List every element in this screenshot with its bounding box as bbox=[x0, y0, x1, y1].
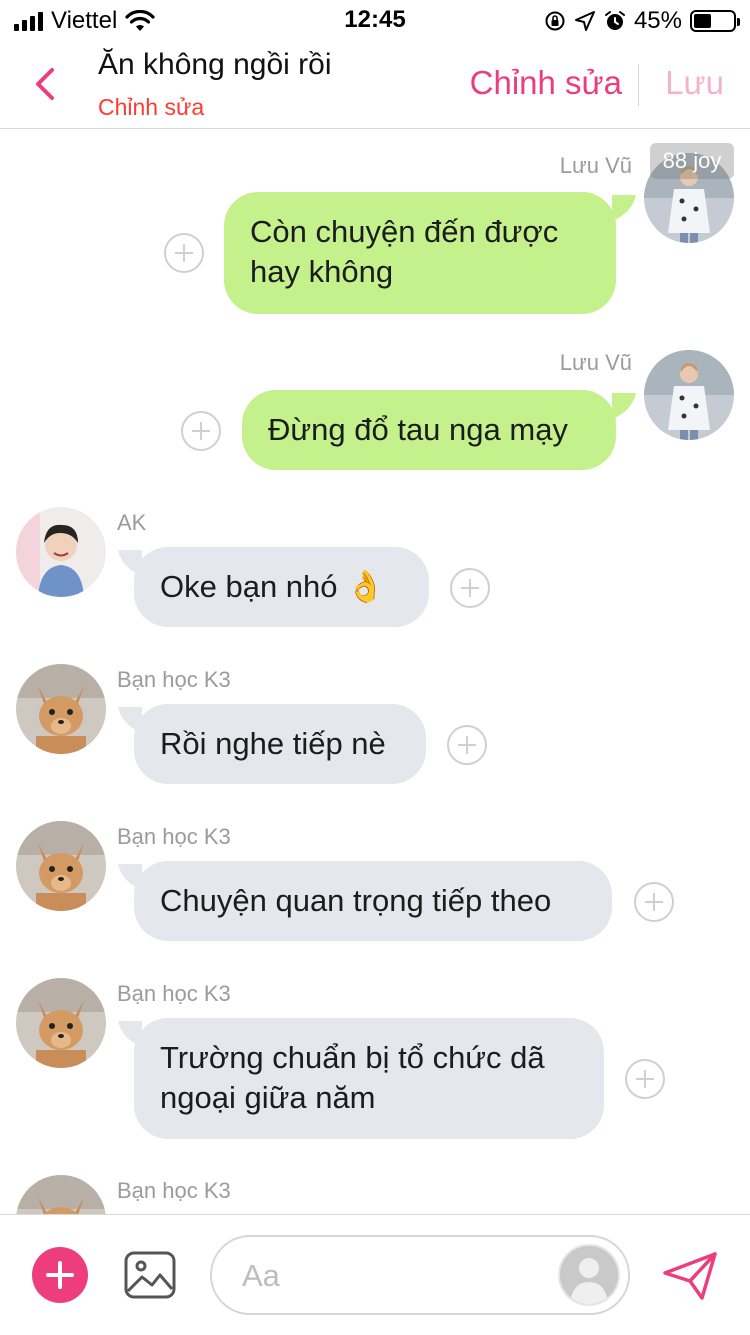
battery-percent: 45% bbox=[633, 7, 682, 34]
message-text: Đừng đổ tau nga mạy bbox=[268, 412, 568, 447]
bubble-tail bbox=[612, 393, 636, 419]
battery-icon bbox=[690, 10, 740, 32]
message-text: Rồi nghe tiếp nè bbox=[160, 726, 386, 761]
add-reaction-button[interactable] bbox=[447, 725, 487, 765]
sender-avatar[interactable] bbox=[644, 350, 734, 440]
dog-avatar-icon bbox=[16, 978, 106, 1068]
orientation-lock-icon bbox=[545, 11, 565, 31]
back-button[interactable] bbox=[28, 62, 64, 106]
sender-name: Bạn học K3 bbox=[117, 824, 231, 849]
dog-avatar-icon bbox=[16, 1175, 106, 1214]
add-reaction-button[interactable] bbox=[450, 568, 490, 608]
alarm-icon bbox=[604, 11, 625, 30]
person-avatar-icon bbox=[644, 350, 734, 440]
sender-avatar[interactable] bbox=[16, 507, 106, 597]
sender-name: Bạn học K3 bbox=[117, 1178, 231, 1203]
location-icon bbox=[574, 11, 595, 31]
message-bubble[interactable]: Chuyện quan trọng tiếp theo bbox=[134, 861, 612, 941]
dog-avatar-icon bbox=[16, 664, 106, 754]
header-divider bbox=[638, 64, 639, 106]
person-avatar-icon bbox=[16, 507, 106, 597]
message-input[interactable] bbox=[240, 1251, 544, 1301]
add-reaction-button[interactable] bbox=[181, 411, 221, 451]
sender-name: Bạn học K3 bbox=[117, 981, 231, 1006]
sender-avatar[interactable] bbox=[16, 821, 106, 911]
message-text: Oke bạn nhó 👌 bbox=[160, 569, 385, 604]
sender-avatar[interactable] bbox=[16, 664, 106, 754]
status-right: 45% bbox=[544, 7, 740, 35]
save-button[interactable]: Lưu bbox=[665, 64, 724, 102]
sender-avatar[interactable] bbox=[16, 1175, 106, 1214]
sender-name: Bạn học K3 bbox=[117, 667, 231, 692]
message-input-field[interactable] bbox=[210, 1235, 630, 1315]
message-text: Chuyện quan trọng tiếp theo bbox=[160, 883, 552, 918]
image-icon[interactable] bbox=[124, 1251, 176, 1299]
add-reaction-button[interactable] bbox=[634, 882, 674, 922]
battery-fill bbox=[694, 14, 711, 28]
sender-avatar[interactable] bbox=[16, 978, 106, 1068]
message-text: Trường chuẩn bị tổ chức dã ngoại giữa nă… bbox=[160, 1040, 545, 1115]
message-bubble[interactable]: Trường chuẩn bị tổ chức dã ngoại giữa nă… bbox=[134, 1018, 604, 1139]
message-list[interactable]: Lưu Vũ 88 joy Còn chuyện đến được hay kh… bbox=[0, 129, 750, 1214]
chat-title: Ăn không ngồi rồi bbox=[98, 48, 332, 81]
composer-bar bbox=[0, 1214, 750, 1335]
message-bubble[interactable]: Rồi nghe tiếp nè bbox=[134, 704, 426, 784]
send-icon[interactable] bbox=[662, 1251, 718, 1301]
message-text: Còn chuyện đến được hay không bbox=[250, 214, 559, 289]
sender-name: Lưu Vũ bbox=[559, 153, 632, 178]
chat-header: Ăn không ngồi rồi Chỉnh sửa Chỉnh sửa Lư… bbox=[0, 40, 750, 129]
profile-avatar-icon[interactable] bbox=[558, 1244, 620, 1306]
bubble-tail bbox=[612, 195, 636, 221]
add-reaction-button[interactable] bbox=[625, 1059, 665, 1099]
dog-avatar-icon bbox=[16, 821, 106, 911]
watermark: 88 joy bbox=[650, 143, 734, 179]
sender-name: AK bbox=[117, 510, 147, 535]
plus-icon[interactable] bbox=[32, 1247, 88, 1303]
message-bubble[interactable]: Đừng đổ tau nga mạy bbox=[242, 390, 616, 470]
message-bubble[interactable]: Oke bạn nhó 👌 bbox=[134, 547, 429, 627]
add-reaction-button[interactable] bbox=[164, 233, 204, 273]
chat-subtitle[interactable]: Chỉnh sửa bbox=[98, 94, 204, 121]
status-bar: Viettel 12:45 45% bbox=[0, 0, 750, 40]
message-bubble[interactable]: Còn chuyện đến được hay không bbox=[224, 192, 616, 314]
edit-button[interactable]: Chỉnh sửa bbox=[470, 64, 622, 102]
sender-name: Lưu Vũ bbox=[559, 350, 632, 375]
